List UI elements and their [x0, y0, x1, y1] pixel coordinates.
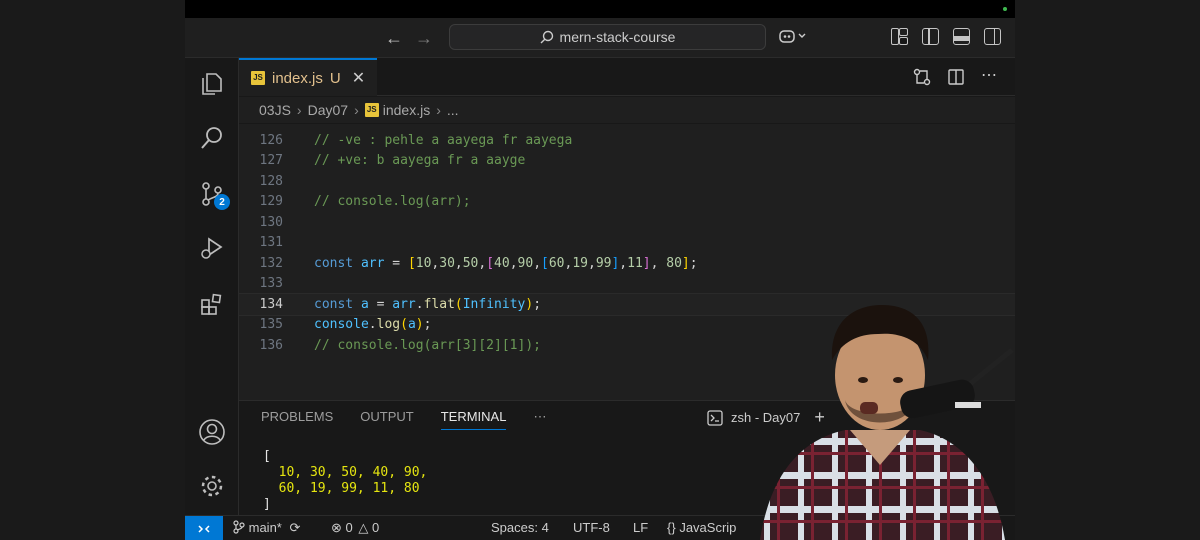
line-number: 133 [259, 276, 283, 292]
breadcrumb-folder-03js[interactable]: 03JS [259, 102, 291, 118]
code-line[interactable]: 131 [239, 233, 1015, 254]
tab-terminal[interactable]: TERMINAL [440, 409, 507, 430]
code-line[interactable]: 128 [239, 171, 1015, 192]
back-arrow-icon[interactable]: ← [385, 28, 403, 49]
compare-icon[interactable] [913, 68, 931, 90]
line-number: 126 [259, 132, 283, 148]
breadcrumb-folder-day07[interactable]: Day07 [308, 102, 348, 118]
line-number: 134 [259, 296, 283, 312]
search-view-icon[interactable] [185, 118, 239, 158]
toggle-panel-icon[interactable] [953, 28, 970, 45]
chevron-right-icon: › [354, 102, 359, 118]
more-actions-icon[interactable]: ⋯ [981, 68, 997, 90]
error-count: 0 [345, 520, 353, 535]
language-status[interactable]: {} JavaScrip [667, 520, 736, 535]
braces-icon: {} [667, 520, 676, 535]
tab-index-js[interactable]: JS index.js U ✕ [239, 58, 377, 96]
chevron-right-icon: › [436, 102, 441, 118]
problems-status[interactable]: ⊗ 0 △ 0 [331, 520, 379, 536]
line-code: // +ve: b aayega fr a aayge [314, 153, 526, 169]
code-line[interactable]: 130 [239, 212, 1015, 233]
split-editor-icon[interactable] [947, 68, 965, 90]
code-line[interactable]: 126 // -ve : pehle a aayega fr aayega [239, 130, 1015, 151]
branch-icon [233, 520, 245, 534]
command-center-search[interactable]: mern-stack-course [449, 24, 766, 50]
terminal-icon [707, 409, 723, 426]
error-icon: ⊗ [331, 520, 342, 535]
terminal-line: [ [263, 449, 271, 464]
customize-layout-icon[interactable] [891, 28, 908, 45]
settings-gear-icon[interactable] [185, 466, 239, 506]
tab-filename: index.js [272, 69, 323, 87]
indentation-status[interactable]: Spaces: 4 [491, 520, 549, 535]
panel-more-icon[interactable]: ⋯ [533, 409, 546, 430]
top-strip [185, 0, 1015, 18]
line-number: 130 [259, 214, 283, 230]
line-number: 132 [259, 255, 283, 271]
js-file-icon: JS [251, 71, 265, 85]
terminal-line: ] [263, 497, 271, 512]
terminal-line: 10, 30, 50, 40, 90, [263, 465, 428, 480]
tab-problems[interactable]: PROBLEMS [261, 409, 333, 430]
remote-indicator[interactable] [185, 516, 223, 540]
search-label: mern-stack-course [559, 29, 676, 45]
account-icon[interactable] [185, 412, 239, 452]
source-control-icon[interactable]: 2 [185, 174, 239, 214]
breadcrumb-symbol[interactable]: ... [447, 102, 459, 118]
forward-arrow-icon[interactable]: → [415, 28, 433, 49]
line-number: 129 [259, 194, 283, 210]
code-line[interactable]: 129 // console.log(arr); [239, 192, 1015, 213]
toggle-secondary-sidebar-icon[interactable] [984, 28, 1001, 45]
extensions-icon[interactable] [185, 284, 239, 324]
terminal-line: 60, 19, 99, 11, 80 [263, 481, 420, 496]
presenter-figure [760, 305, 1014, 540]
status-dot [1003, 7, 1007, 11]
language-name: JavaScrip [679, 520, 737, 535]
line-code: const arr = [10,30,50,[40,90,[60,19,99],… [314, 255, 698, 271]
title-bar: ← → mern-stack-course [185, 18, 1015, 58]
tab-modified-indicator: U [329, 69, 341, 87]
line-number: 136 [259, 337, 283, 353]
activity-bar: 2 [185, 58, 239, 515]
search-icon [540, 30, 553, 44]
run-debug-icon[interactable] [185, 228, 239, 268]
line-number: 127 [259, 153, 283, 169]
code-line[interactable]: 132 const arr = [10,30,50,[40,90,[60,19,9… [239, 253, 1015, 274]
line-number: 128 [259, 173, 283, 189]
copilot-icon[interactable] [778, 28, 808, 48]
remote-icon [198, 524, 210, 533]
warning-count: 0 [372, 520, 380, 535]
line-code: // -ve : pehle a aayega fr aayega [314, 132, 573, 148]
warning-icon: △ [358, 520, 369, 535]
line-code: // console.log(arr[3][2][1]); [314, 337, 541, 353]
presenter-webcam [750, 290, 1015, 540]
tab-output[interactable]: OUTPUT [360, 409, 413, 430]
close-icon[interactable]: ✕ [352, 68, 365, 88]
encoding-status[interactable]: UTF-8 [573, 520, 610, 535]
terminal-output[interactable]: [ 10, 30, 50, 40, 90, 60, 19, 99, 11, 80… [263, 449, 427, 513]
sync-icon[interactable]: ⟳ [290, 520, 301, 535]
breadcrumb-file[interactable]: index.js [383, 102, 430, 118]
line-number: 135 [259, 317, 283, 333]
line-code: // console.log(arr); [314, 194, 471, 210]
line-code: const a = arr.flat(Infinity); [314, 296, 542, 312]
line-code: console.log(a); [314, 317, 432, 333]
editor-tabs: JS index.js U ✕ ⋯ [239, 58, 1015, 96]
code-line[interactable]: 127 // +ve: b aayega fr a aayge [239, 151, 1015, 172]
eol-status[interactable]: LF [633, 520, 648, 535]
chevron-right-icon: › [296, 102, 302, 118]
screen: ← → mern-stack-course 2 JS index.js U ✕ … [0, 0, 1200, 540]
js-file-icon: JS [364, 103, 379, 117]
branch-status[interactable]: main* ⟳ [233, 520, 300, 536]
source-control-badge: 2 [214, 194, 230, 210]
explorer-icon[interactable] [185, 64, 239, 104]
breadcrumb: 03JS › Day07 › JS index.js › ... [239, 97, 1015, 123]
line-number: 131 [259, 235, 283, 251]
branch-name: main* [248, 520, 282, 535]
toggle-primary-sidebar-icon[interactable] [922, 28, 939, 45]
